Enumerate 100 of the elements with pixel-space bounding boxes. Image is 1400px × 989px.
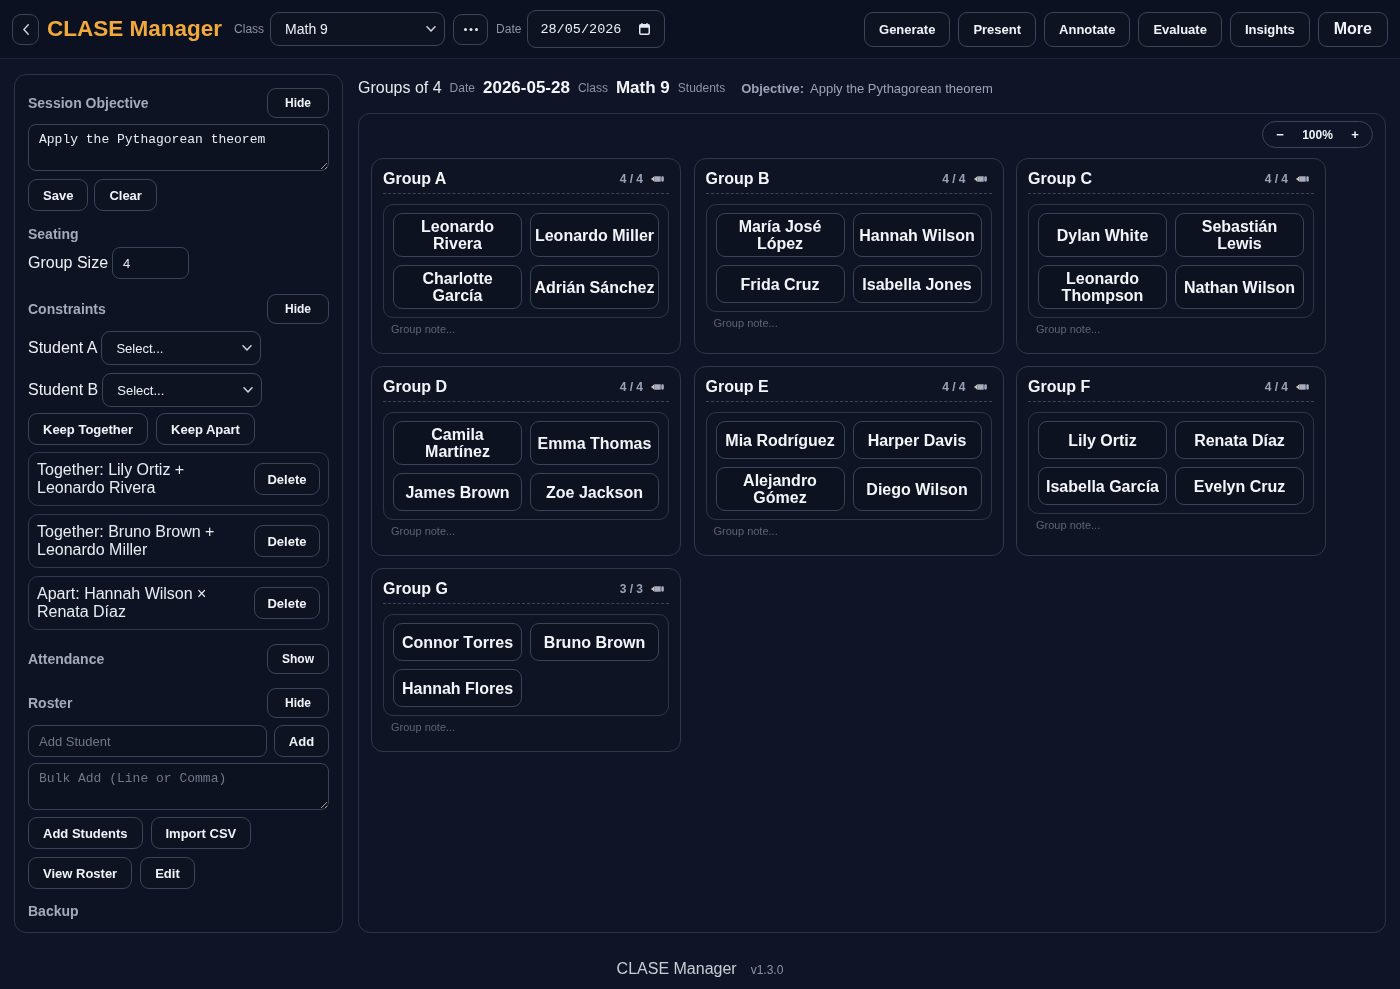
student-chip[interactable]: Sebastián Lewis xyxy=(1175,213,1304,257)
group-note-field[interactable]: Group note... xyxy=(383,720,669,734)
group-note-field[interactable]: Group note... xyxy=(1028,518,1314,532)
toolbar-button[interactable]: Generate xyxy=(864,11,951,47)
section-heading: Session Objective xyxy=(28,94,149,112)
group-note-field[interactable]: Group note... xyxy=(705,316,992,330)
back-button[interactable] xyxy=(12,13,39,45)
group-size-label: Group Size xyxy=(28,254,109,272)
section-heading: Backup xyxy=(28,903,79,919)
member-count: 4 / 4 xyxy=(942,172,966,186)
student-chip[interactable]: Isabella Jones xyxy=(852,265,982,303)
delete-button[interactable]: Delete xyxy=(254,463,320,495)
action-button[interactable]: View Roster xyxy=(28,857,133,889)
student-chip[interactable]: Adrián Sánchez xyxy=(530,265,659,309)
footer-title: CLASE Manager xyxy=(616,960,737,978)
group-note-field[interactable]: Group note... xyxy=(383,524,669,538)
student-chip[interactable]: Renata Díaz xyxy=(1175,421,1304,459)
chevron-down-icon xyxy=(243,387,254,393)
pencil-icon[interactable] xyxy=(651,175,664,183)
action-button[interactable]: Keep Together xyxy=(28,413,149,445)
group-note-field[interactable]: Group note... xyxy=(383,322,669,336)
student-chip[interactable]: Alejandro Gómez xyxy=(715,467,845,511)
group-title: Group C xyxy=(1028,169,1092,189)
pencil-icon[interactable] xyxy=(973,383,987,391)
toggle-button[interactable]: Show xyxy=(267,644,329,674)
add-button[interactable]: Add xyxy=(274,725,329,757)
zoom-level: 100% xyxy=(1302,127,1333,142)
delete-button[interactable]: Delete xyxy=(254,525,320,557)
student-chip[interactable]: Dylan White xyxy=(1038,213,1167,257)
pencil-icon[interactable] xyxy=(651,383,664,391)
action-button[interactable]: Save xyxy=(28,179,89,211)
pencil-icon[interactable] xyxy=(651,585,664,593)
student-chip[interactable]: Charlotte García xyxy=(393,265,522,309)
student-select[interactable]: Select... xyxy=(102,373,263,407)
student-chip[interactable]: Camila Martínez xyxy=(393,421,522,465)
section-heading: Attendance xyxy=(28,650,105,668)
student-label: Student B xyxy=(28,381,99,399)
action-button[interactable]: Keep Apart xyxy=(156,413,255,445)
zoom-in-button[interactable]: + xyxy=(1343,124,1367,145)
action-button[interactable]: Add Students xyxy=(28,817,143,849)
menu-button[interactable]: More xyxy=(1317,11,1388,47)
action-button[interactable]: Edit xyxy=(140,857,195,889)
date-label: Date xyxy=(496,22,522,36)
summary-value: Math 9 xyxy=(615,78,670,98)
student-chip[interactable]: Emma Thomas xyxy=(530,421,659,465)
action-button[interactable]: Clear xyxy=(94,179,157,211)
student-chip[interactable]: Connor Torres xyxy=(393,623,522,661)
app-title: CLASE Manager xyxy=(47,16,223,42)
delete-button[interactable]: Delete xyxy=(254,587,320,619)
member-count: 4 / 4 xyxy=(619,172,643,186)
zoom-out-button[interactable]: − xyxy=(1268,124,1292,145)
toggle-button[interactable]: Hide xyxy=(267,88,329,118)
student-select[interactable]: Select... xyxy=(101,331,262,365)
objective-field[interactable]: Apply the Pythagorean theorem xyxy=(28,124,329,171)
student-chip[interactable]: Hannah Flores xyxy=(393,669,522,707)
student-chip[interactable]: Harper Davis xyxy=(852,421,982,459)
group-title: Group E xyxy=(705,377,769,397)
student-chip[interactable]: Bruno Brown xyxy=(530,623,659,661)
pencil-icon[interactable] xyxy=(1296,175,1309,183)
toggle-button[interactable]: Hide xyxy=(267,294,329,324)
student-chip[interactable]: James Brown xyxy=(393,473,522,511)
student-chip[interactable]: María José López xyxy=(715,213,845,257)
student-chip[interactable]: Diego Wilson xyxy=(852,467,982,511)
bulk-add-field[interactable]: Bulk Add (Line or Comma) xyxy=(28,763,329,810)
group-size-field[interactable]: 4 xyxy=(112,247,190,279)
student-label: Student A xyxy=(28,339,98,357)
add-student-field[interactable]: Add Student xyxy=(28,725,267,757)
student-chip[interactable]: Leonardo Rivera xyxy=(393,213,522,257)
pencil-icon[interactable] xyxy=(973,175,987,183)
student-chip[interactable]: Evelyn Cruz xyxy=(1175,467,1304,505)
pencil-icon[interactable] xyxy=(1296,383,1309,391)
action-button[interactable]: Import CSV xyxy=(150,817,252,849)
group-note-field[interactable]: Group note... xyxy=(1028,322,1314,336)
toolbar-button[interactable]: Evaluate xyxy=(1138,11,1222,47)
calendar-icon[interactable] xyxy=(639,23,651,35)
more-options-button[interactable] xyxy=(453,13,489,45)
toolbar-button[interactable]: Present xyxy=(958,11,1037,47)
member-count: 4 / 4 xyxy=(1264,380,1288,394)
student-chip[interactable]: Mia Rodríguez xyxy=(715,421,845,459)
member-count: 4 / 4 xyxy=(942,380,966,394)
toolbar-button[interactable]: Insights xyxy=(1229,11,1310,47)
toolbar-button[interactable]: Annotate xyxy=(1044,11,1131,47)
group-title: Group A xyxy=(383,169,447,189)
section-heading: Roster xyxy=(28,694,73,712)
summary-label: Date xyxy=(449,81,475,95)
section-heading: Constraints xyxy=(28,300,106,318)
student-chip[interactable]: Frida Cruz xyxy=(715,265,845,303)
student-chip[interactable]: Leonardo Miller xyxy=(530,213,659,257)
student-chip[interactable]: Lily Ortiz xyxy=(1038,421,1167,459)
constraint-text: Together: Lily Ortiz + Leonardo Rivera xyxy=(37,461,186,497)
student-chip[interactable]: Isabella García xyxy=(1038,467,1167,505)
toggle-button[interactable]: Hide xyxy=(267,688,329,718)
summary-label: Class xyxy=(577,81,608,95)
group-note-field[interactable]: Group note... xyxy=(705,524,992,538)
date-field[interactable]: 28/05/2026 xyxy=(527,10,666,48)
student-chip[interactable]: Leonardo Thompson xyxy=(1038,265,1167,309)
student-chip[interactable]: Hannah Wilson xyxy=(852,213,982,257)
student-chip[interactable]: Nathan Wilson xyxy=(1175,265,1304,309)
student-chip[interactable]: Zoe Jackson xyxy=(530,473,659,511)
class-select[interactable]: Math 9 xyxy=(270,12,446,46)
